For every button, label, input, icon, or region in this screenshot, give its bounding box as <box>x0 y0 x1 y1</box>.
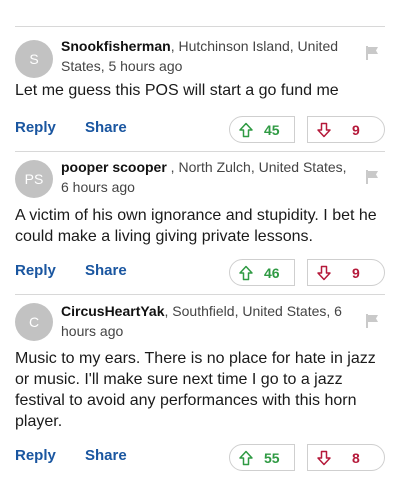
reply-button[interactable]: Reply <box>15 447 56 464</box>
vote-group: 55 8 <box>229 444 385 471</box>
share-button[interactable]: Share <box>85 119 127 136</box>
comment-meta: CircusHeartYak, Southfield, United State… <box>61 301 351 341</box>
vote-group: 46 9 <box>229 259 385 286</box>
arrow-up-icon <box>239 450 253 466</box>
arrow-down-icon <box>317 450 331 466</box>
upvote-count: 55 <box>264 449 280 466</box>
share-button[interactable]: Share <box>85 262 127 279</box>
comment: PS pooper scooper , North Zulch, United … <box>15 151 385 286</box>
comment-text: A victim of his own ignorance and stupid… <box>15 207 377 245</box>
upvote-button[interactable]: 55 <box>229 444 295 471</box>
downvote-count: 8 <box>352 449 360 466</box>
upvote-button[interactable]: 46 <box>229 259 295 286</box>
avatar: C <box>15 303 53 341</box>
upvote-count: 46 <box>264 264 280 281</box>
comment-actions: Reply Share 45 9 <box>15 116 385 144</box>
author-name[interactable]: Snookfisherman <box>61 38 171 54</box>
reply-button[interactable]: Reply <box>15 119 56 136</box>
downvote-button[interactable]: 9 <box>307 116 385 143</box>
comment: S Snookfisherman, Hutchinson Island, Uni… <box>15 26 385 143</box>
avatar: PS <box>15 160 53 198</box>
comment-actions: Reply Share 46 9 <box>15 259 385 287</box>
avatar: S <box>15 40 53 78</box>
arrow-down-icon <box>317 122 331 138</box>
downvote-count: 9 <box>352 121 360 138</box>
share-button[interactable]: Share <box>85 447 127 464</box>
author-name[interactable]: pooper scooper <box>61 159 167 175</box>
upvote-count: 45 <box>264 121 280 138</box>
arrow-up-icon <box>239 265 253 281</box>
flag-icon[interactable] <box>366 313 380 329</box>
downvote-button[interactable]: 8 <box>307 444 385 471</box>
vote-group: 45 9 <box>229 116 385 143</box>
comment: C CircusHeartYak, Southfield, United Sta… <box>15 294 385 471</box>
comment-text: Music to my ears. There is no place for … <box>15 350 376 430</box>
author-name[interactable]: CircusHeartYak <box>61 303 165 319</box>
comment-meta: pooper scooper , North Zulch, United Sta… <box>61 157 351 197</box>
comment-meta: Snookfisherman, Hutchinson Island, Unite… <box>61 36 351 76</box>
flag-icon[interactable] <box>366 45 380 61</box>
downvote-count: 9 <box>352 264 360 281</box>
arrow-up-icon <box>239 122 253 138</box>
flag-icon[interactable] <box>366 169 380 185</box>
comment-text: Let me guess this POS will start a go fu… <box>15 82 339 99</box>
arrow-down-icon <box>317 265 331 281</box>
reply-button[interactable]: Reply <box>15 262 56 279</box>
upvote-button[interactable]: 45 <box>229 116 295 143</box>
comment-actions: Reply Share 55 8 <box>15 444 385 472</box>
downvote-button[interactable]: 9 <box>307 259 385 286</box>
